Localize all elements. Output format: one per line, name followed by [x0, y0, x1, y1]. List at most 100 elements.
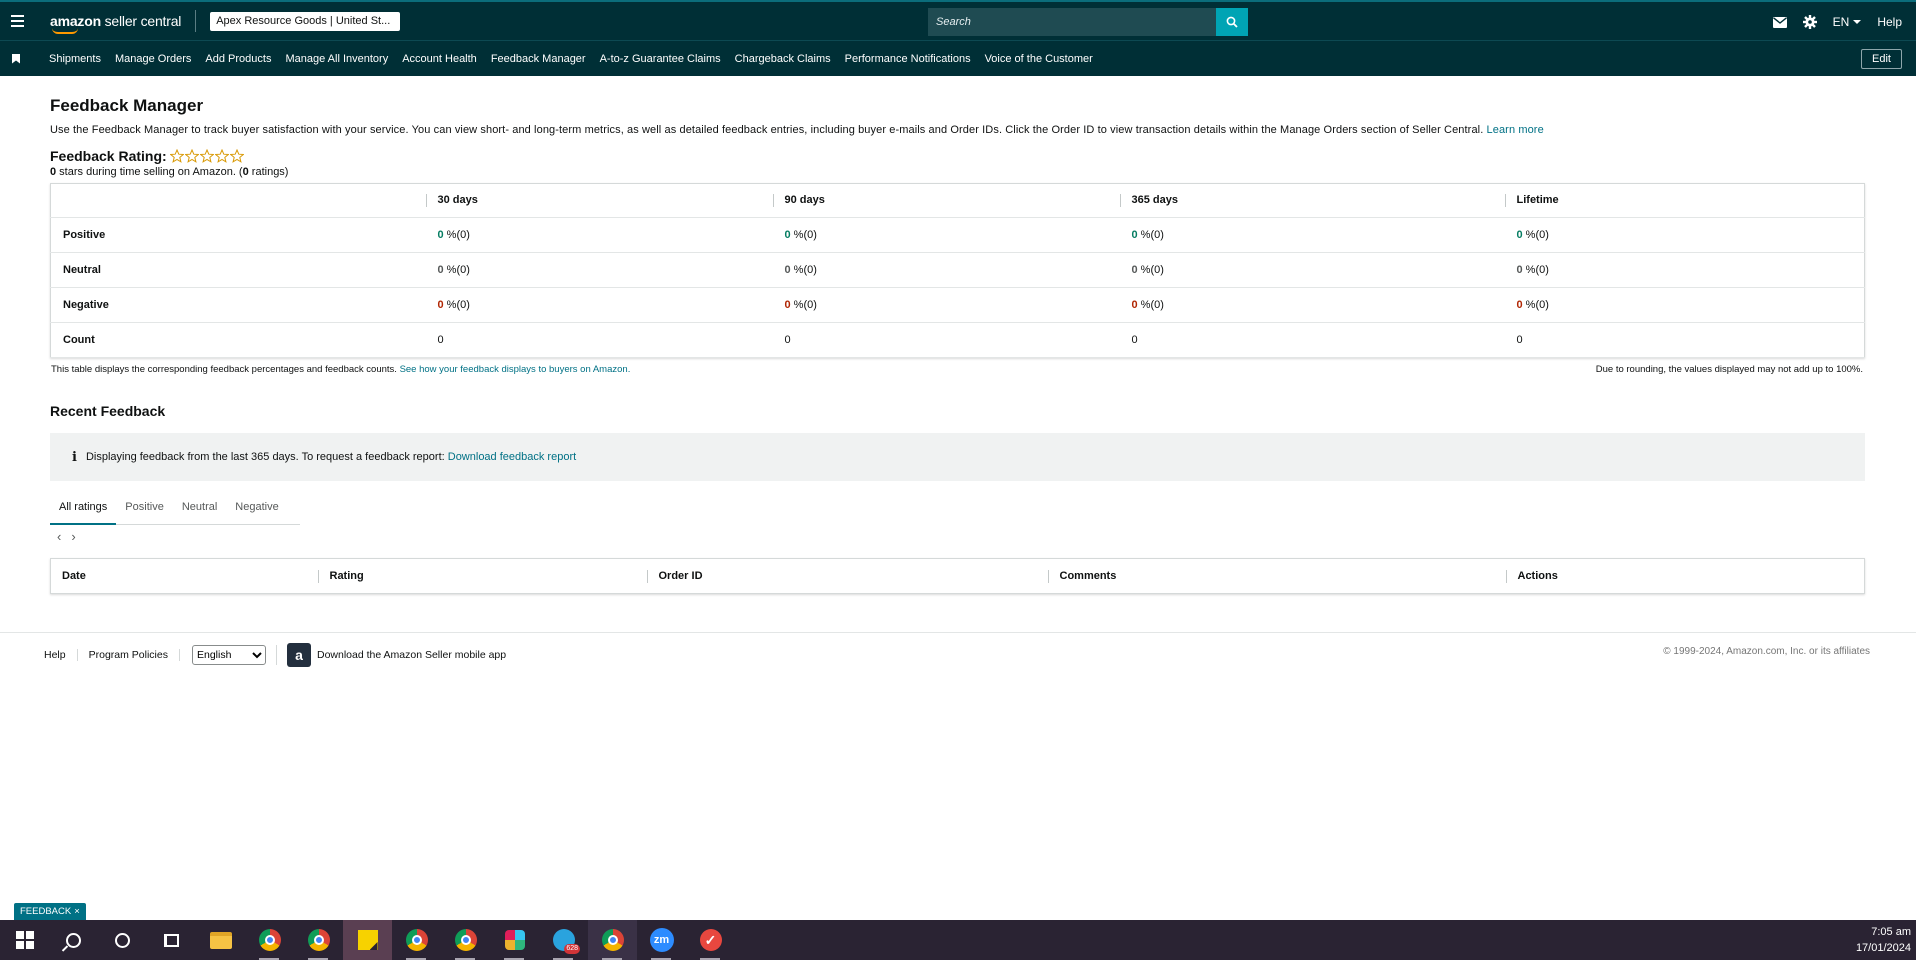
- nav-item-voice-of-customer[interactable]: Voice of the Customer: [978, 53, 1100, 65]
- hamburger-menu-icon[interactable]: [2, 3, 32, 39]
- tab-negative[interactable]: Negative: [226, 497, 287, 524]
- amazon-app-icon[interactable]: a: [286, 643, 311, 667]
- chevron-down-icon: [1853, 20, 1862, 24]
- recent-feedback-title: Recent Feedback: [50, 403, 166, 419]
- column-header: Lifetime: [1504, 183, 1865, 218]
- table-cell: 0: [772, 322, 1120, 358]
- footer-divider: [0, 632, 1916, 633]
- cell-percent: %(0): [1522, 229, 1549, 241]
- edit-nav-button[interactable]: Edit: [1861, 49, 1902, 69]
- column-header: Rating: [317, 559, 647, 594]
- task-view-button[interactable]: [147, 920, 196, 960]
- clock-time: 7:05 am: [1871, 926, 1911, 938]
- gear-icon[interactable]: [1802, 15, 1817, 29]
- info-text: Displaying feedback from the last 365 da…: [85, 451, 445, 463]
- nav-item-shipments[interactable]: Shipments: [41, 53, 108, 65]
- start-button[interactable]: [0, 920, 49, 960]
- nav-item-add-products[interactable]: Add Products: [198, 53, 278, 65]
- rating-tabs: All ratings Positive Neutral Negative: [50, 497, 300, 525]
- nav-item-manage-all-inventory[interactable]: Manage All Inventory: [278, 53, 395, 65]
- check-icon: ✓: [699, 929, 722, 951]
- note-text: This table displays the corresponding fe…: [51, 364, 397, 375]
- row-label: Negative: [50, 287, 426, 323]
- cell-percent: %(0): [1137, 264, 1164, 276]
- table-cell: 0 %(0): [1504, 217, 1865, 253]
- cell-percent: %(0): [443, 264, 470, 276]
- taskbar-chrome-5[interactable]: [588, 920, 637, 960]
- chevron-right-icon[interactable]: ›: [71, 529, 75, 544]
- column-header-lifetime: Lifetime: [1504, 194, 1865, 207]
- count-value: 0: [1516, 334, 1523, 346]
- header-divider: [195, 10, 197, 32]
- tab-all-ratings[interactable]: All ratings: [50, 497, 117, 525]
- column-header-30-days: 30 days: [425, 194, 773, 207]
- top-header: amazon seller central Apex Resource Good…: [0, 0, 1916, 40]
- taskbar-chrome-2[interactable]: [294, 920, 343, 960]
- footer-language-select[interactable]: English: [191, 645, 266, 665]
- cell-percent: %(0): [443, 229, 470, 241]
- column-header-date[interactable]: Date: [51, 570, 318, 583]
- star-empty-icon: [229, 149, 244, 163]
- nav-item-performance-notifications[interactable]: Performance Notifications: [838, 53, 978, 65]
- mobile-app-link[interactable]: Download the Amazon Seller mobile app: [317, 649, 506, 661]
- search-button[interactable]: [1216, 8, 1248, 36]
- mail-icon[interactable]: [1772, 16, 1787, 28]
- taskbar-chrome-1[interactable]: [245, 920, 294, 960]
- taskbar-zoom[interactable]: zm: [637, 920, 686, 960]
- windows-taskbar: 628 zm ✓: [0, 920, 1916, 960]
- column-header-actions: Actions: [1505, 569, 1865, 583]
- column-header-rating[interactable]: Rating: [317, 569, 647, 583]
- count-value: 0: [784, 334, 791, 346]
- nav-item-account-health[interactable]: Account Health: [395, 53, 484, 65]
- footer-help-link[interactable]: Help: [44, 649, 78, 661]
- tab-positive[interactable]: Positive: [116, 497, 173, 524]
- language-selector[interactable]: EN: [1833, 15, 1862, 29]
- footer-program-policies-link[interactable]: Program Policies: [78, 649, 180, 661]
- column-header-order-id[interactable]: Order ID: [646, 569, 1048, 583]
- chevron-left-icon[interactable]: ‹: [57, 529, 61, 544]
- recent-feedback-table: Date Rating Order ID Comments Actions: [50, 558, 1865, 594]
- account-switcher[interactable]: Apex Resource Goods | United St...: [210, 11, 401, 31]
- ratings-text: ratings): [248, 166, 289, 178]
- table-cell: 0: [425, 322, 773, 358]
- taskbar-task-app[interactable]: ✓: [686, 920, 735, 960]
- cortana-button[interactable]: [98, 920, 147, 960]
- taskbar-slack[interactable]: [490, 920, 539, 960]
- feedback-display-link[interactable]: See how your feedback displays to buyers…: [400, 364, 631, 375]
- system-clock[interactable]: 7:05 am 17/01/2024: [1856, 924, 1911, 956]
- notification-badge: 628: [564, 944, 580, 954]
- column-header-90-days: 90 days: [772, 194, 1120, 207]
- nav-item-a-to-z-claims[interactable]: A-to-z Guarantee Claims: [593, 53, 728, 65]
- feedback-tab[interactable]: FEEDBACK ×: [14, 903, 86, 920]
- logo-sub-text: seller central: [100, 13, 182, 29]
- table-note-left: This table displays the corresponding fe…: [51, 364, 630, 375]
- taskbar-chrome-4[interactable]: [441, 920, 490, 960]
- windows-logo-icon: [15, 931, 34, 949]
- cell-percent: %(0): [1137, 229, 1164, 241]
- count-value: 0: [1131, 334, 1138, 346]
- taskbar-sticky-notes[interactable]: [343, 920, 392, 960]
- amazon-seller-central-logo[interactable]: amazon seller central: [50, 13, 182, 34]
- close-icon[interactable]: ×: [74, 906, 80, 917]
- bookmark-icon[interactable]: [12, 53, 20, 64]
- chrome-profile-icon: [601, 929, 624, 951]
- pagination: ‹ ›: [50, 529, 1865, 544]
- download-report-link[interactable]: Download feedback report: [448, 451, 576, 463]
- taskbar-file-explorer[interactable]: [196, 920, 245, 960]
- help-link[interactable]: Help: [1877, 15, 1902, 29]
- taskbar-search-button[interactable]: [49, 920, 98, 960]
- table-row-count: Count 0 0 0 0: [50, 322, 1865, 358]
- search-icon: [66, 932, 81, 948]
- taskbar-chrome-3[interactable]: [392, 920, 441, 960]
- cell-percent: %(0): [443, 299, 470, 311]
- table-cell: 0 %(0): [425, 217, 773, 253]
- nav-item-manage-orders[interactable]: Manage Orders: [108, 53, 198, 65]
- taskbar-telegram[interactable]: 628: [539, 920, 588, 960]
- nav-item-chargeback-claims[interactable]: Chargeback Claims: [728, 53, 838, 65]
- nav-item-feedback-manager[interactable]: Feedback Manager: [484, 53, 593, 65]
- table-notes: This table displays the corresponding fe…: [50, 364, 1865, 375]
- tab-neutral[interactable]: Neutral: [173, 497, 226, 524]
- table-cell: 0 %(0): [772, 217, 1120, 253]
- search-input[interactable]: [928, 8, 1216, 36]
- learn-more-link[interactable]: Learn more: [1487, 124, 1544, 136]
